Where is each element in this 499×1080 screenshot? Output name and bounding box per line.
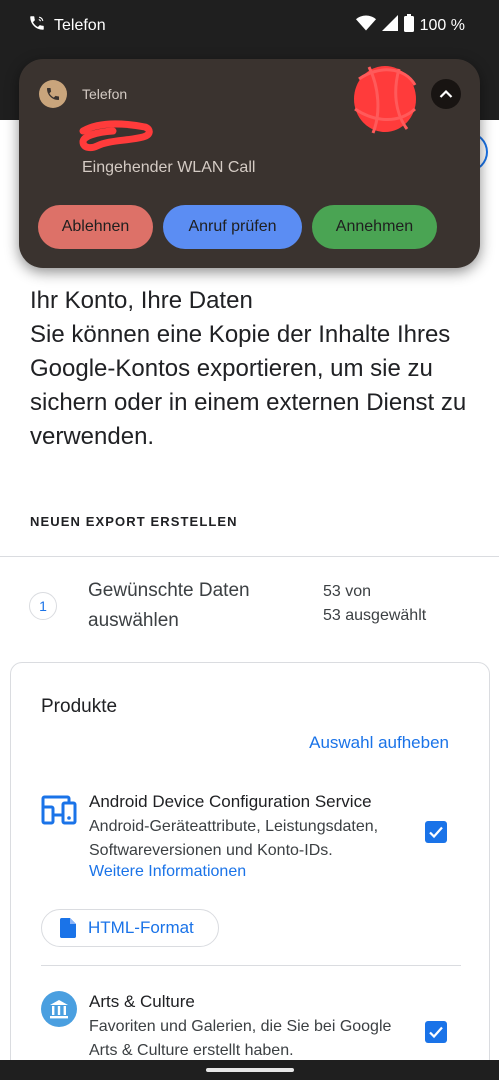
redacted-caller-name <box>79 120 153 152</box>
intro-text: Ihr Konto, Ihre Daten Sie können eine Ko… <box>30 284 470 454</box>
product-checkbox[interactable] <box>425 821 447 843</box>
phone-app-icon <box>39 80 67 108</box>
decline-call-button[interactable]: Ablehnen <box>38 205 153 249</box>
intro-body: Sie können eine Kopie der Inhalte Ihres … <box>30 321 467 450</box>
deselect-all-link[interactable]: Auswahl aufheben <box>309 733 449 753</box>
check-icon <box>429 826 443 839</box>
more-info-link[interactable]: Weitere Informationen <box>89 863 246 881</box>
count-line-2: 53 ausgewählt <box>323 607 427 624</box>
products-title: Produkte <box>41 696 118 717</box>
incoming-call-notification[interactable]: Telefon Eingehender WLAN Call Ablehnen A… <box>19 59 480 268</box>
product-name: Android Device Configuration Service <box>89 792 372 811</box>
navigation-bar <box>0 1060 499 1080</box>
product-divider <box>41 965 461 966</box>
step-number: 1 <box>29 592 57 620</box>
product-name: Arts & Culture <box>89 992 195 1011</box>
step-selection-count: 53 von 53 ausgewählt <box>323 580 473 628</box>
section-divider <box>0 556 499 557</box>
intro-heading: Ihr Konto, Ihre Daten <box>30 287 253 314</box>
step-title[interactable]: Gewünschte Daten auswählen <box>88 576 288 636</box>
count-line-1: 53 von <box>323 583 372 600</box>
screen-call-button[interactable]: Anruf prüfen <box>163 205 302 249</box>
redacted-caller-avatar <box>354 66 417 134</box>
product-checkbox[interactable] <box>425 1021 447 1043</box>
section-label: NEUEN EXPORT ERSTELLEN <box>30 514 238 529</box>
document-icon <box>60 918 76 938</box>
notification-app-name: Telefon <box>82 86 128 102</box>
devices-icon <box>41 791 77 827</box>
products-card: Produkte Auswahl aufheben Android Device… <box>10 662 490 1060</box>
product-description: Favoriten und Galerien, die Sie bei Goog… <box>89 1018 392 1059</box>
chevron-up-icon <box>439 89 453 98</box>
accept-call-button[interactable]: Annehmen <box>312 205 437 249</box>
collapse-button[interactable] <box>431 79 461 109</box>
product-description: Android-Geräteattribute, Leistungsdaten,… <box>89 818 379 859</box>
format-label: HTML-Format <box>88 918 194 937</box>
check-icon <box>429 1026 443 1039</box>
museum-icon <box>41 991 77 1027</box>
home-gesture-handle[interactable] <box>206 1068 294 1072</box>
format-button[interactable]: HTML-Format <box>41 909 219 947</box>
notification-text: Eingehender WLAN Call <box>82 159 256 176</box>
